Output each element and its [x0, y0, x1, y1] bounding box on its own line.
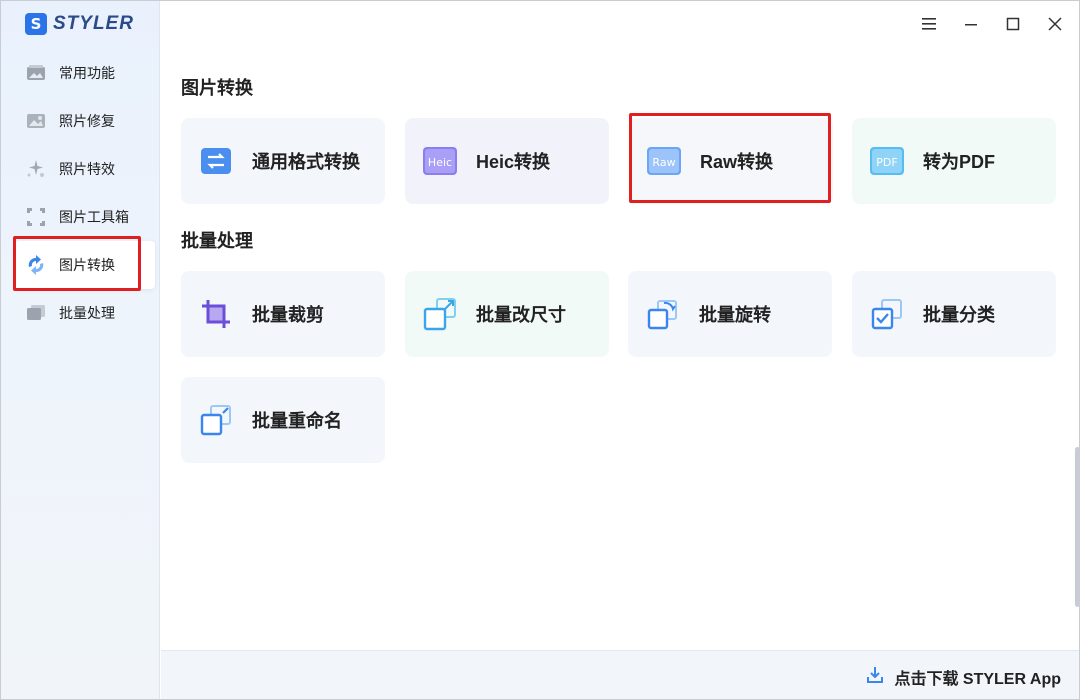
card-batch-crop[interactable]: 批量裁剪 — [181, 271, 385, 357]
sidebar-item-label: 图片转换 — [59, 257, 115, 273]
sidebar-item-effects[interactable]: 照片特效 — [15, 145, 155, 193]
sparkle-effects-icon — [25, 158, 47, 180]
sidebar-item-common[interactable]: 常用功能 — [15, 49, 155, 97]
crop-icon — [198, 296, 234, 332]
close-icon — [1048, 16, 1062, 36]
maximize-button[interactable] — [998, 11, 1028, 41]
card-batch-classify[interactable]: 批量分类 — [852, 271, 1056, 357]
sidebar-item-label: 图片工具箱 — [59, 209, 129, 225]
logo-mark: S — [25, 13, 47, 35]
card-batch-resize[interactable]: 批量改尺寸 — [405, 271, 609, 357]
minimize-button[interactable] — [956, 11, 986, 41]
card-label: 批量旋转 — [699, 305, 771, 325]
sidebar-item-convert[interactable]: 图片转换 — [15, 241, 155, 289]
card-label: 通用格式转换 — [252, 152, 360, 172]
card-batch-rename[interactable]: 批量重命名 — [181, 377, 385, 463]
card-label: 批量裁剪 — [252, 305, 324, 325]
raw-badge-text: Raw — [652, 156, 675, 169]
card-batch-rotate[interactable]: 批量旋转 — [628, 271, 832, 357]
resize-icon — [422, 296, 458, 332]
sidebar-item-label: 常用功能 — [59, 65, 115, 81]
download-app-link[interactable]: 点击下载 STYLER App — [866, 665, 1061, 689]
crop-frame-icon — [25, 206, 47, 228]
raw-icon: Raw — [646, 143, 682, 179]
card-raw-convert[interactable]: Raw Raw转换 — [629, 118, 833, 204]
minimize-icon — [964, 17, 978, 36]
section-title-batch: 批量处理 — [181, 231, 253, 251]
sidebar-item-repair[interactable]: 照片修复 — [15, 97, 155, 145]
sidebar-item-label: 照片修复 — [59, 113, 115, 129]
format-convert-icon — [198, 143, 234, 179]
close-button[interactable] — [1040, 11, 1070, 41]
menu-button[interactable] — [914, 11, 944, 41]
pdf-icon: PDF — [869, 143, 905, 179]
heic-badge-text: Heic — [428, 156, 452, 169]
rotate-icon — [645, 296, 681, 332]
sidebar-item-label: 照片特效 — [59, 161, 115, 177]
sidebar-item-label: 批量处理 — [59, 305, 115, 321]
card-format-convert[interactable]: 通用格式转换 — [181, 118, 385, 204]
scrollbar[interactable] — [1075, 447, 1079, 607]
maximize-icon — [1006, 17, 1020, 36]
section-title-convert: 图片转换 — [181, 78, 253, 98]
heic-icon: Heic — [422, 143, 458, 179]
batch-stack-icon — [25, 302, 47, 324]
card-label: 批量重命名 — [252, 411, 342, 431]
card-label: Raw转换 — [700, 152, 774, 172]
card-to-pdf[interactable]: PDF 转为PDF — [852, 118, 1056, 204]
app-logo: S STYLER — [25, 12, 134, 36]
download-icon — [866, 666, 884, 689]
image-repair-icon — [25, 110, 47, 132]
card-label: 批量分类 — [923, 305, 995, 325]
card-label: 批量改尺寸 — [476, 305, 566, 325]
rename-icon — [198, 402, 234, 438]
app-name: STYLER — [53, 13, 134, 34]
pdf-badge-text: PDF — [876, 156, 897, 169]
menu-icon — [921, 17, 937, 36]
card-label: 转为PDF — [923, 152, 995, 172]
convert-arrows-icon — [25, 254, 47, 276]
sidebar-item-toolbox[interactable]: 图片工具箱 — [15, 193, 155, 241]
card-heic-convert[interactable]: Heic Heic转换 — [405, 118, 609, 204]
footer: 点击下载 STYLER App — [161, 650, 1079, 699]
app-window: S STYLER 常用功能 照片修复 照片特效 图片工具箱 图片转换 批量处理 … — [0, 0, 1080, 700]
image-stack-icon — [25, 62, 47, 84]
download-label: 点击下载 STYLER App — [894, 671, 1061, 688]
sidebar-item-batch[interactable]: 批量处理 — [15, 289, 155, 337]
classify-icon — [869, 296, 905, 332]
card-label: Heic转换 — [476, 152, 551, 172]
sidebar: S STYLER 常用功能 照片修复 照片特效 图片工具箱 图片转换 批量处理 — [1, 1, 160, 699]
